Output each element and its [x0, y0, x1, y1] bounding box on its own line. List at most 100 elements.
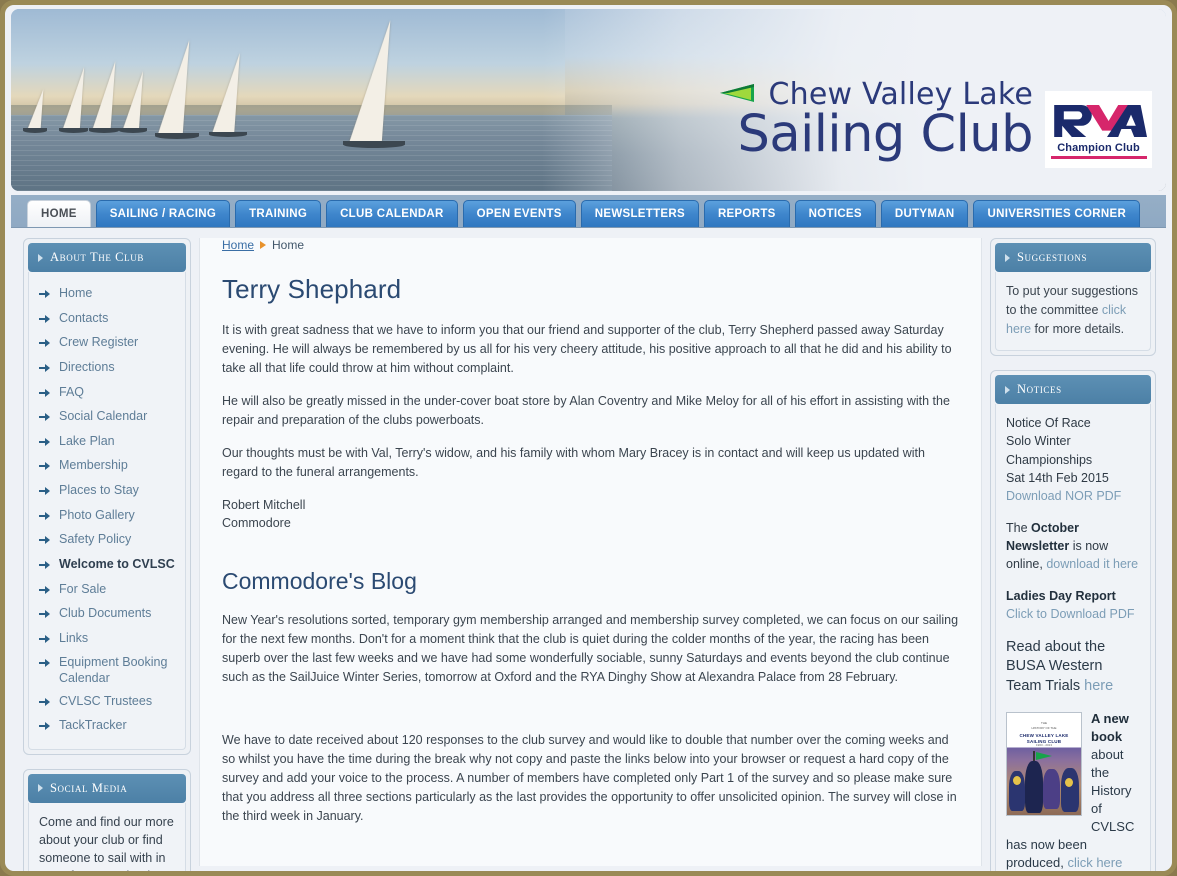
- ladies-day-download-link[interactable]: Click to Download PDF: [1006, 607, 1135, 621]
- sidebar-item-label: Membership: [59, 458, 128, 473]
- sidebar-item-welcome-to-cvlsc[interactable]: Welcome to CVLSC: [33, 553, 177, 578]
- arrow-right-icon: [39, 720, 51, 736]
- sidebar-item-label: Photo Gallery: [59, 507, 135, 522]
- site-banner: Chew Valley Lake Sailing Club Champion C…: [11, 9, 1166, 191]
- nav-tab-notices[interactable]: NOTICES: [794, 200, 876, 227]
- about-the-club-panel-header[interactable]: About The Club: [28, 243, 186, 272]
- survey-part-1-label: Part 1 -: [222, 870, 266, 871]
- nav-tab-home[interactable]: HOME: [27, 200, 91, 227]
- sidebar-item-tacktracker[interactable]: TackTracker: [33, 714, 177, 739]
- article-paragraph-3: Our thoughts must be with Val, Terry's w…: [222, 446, 925, 479]
- october-newsletter-block: The October Newsletter is now online, do…: [1006, 519, 1140, 573]
- social-media-panel: Social Media Come and find our more abou…: [23, 768, 191, 871]
- arrow-right-icon: [39, 485, 51, 501]
- nav-tab-reports[interactable]: REPORTS: [703, 200, 790, 227]
- nav-tab-open-events[interactable]: OPEN EVENTS: [462, 200, 576, 227]
- page-inner: Chew Valley Lake Sailing Club Champion C…: [5, 5, 1172, 871]
- arrow-right-icon: [39, 460, 51, 476]
- notices-panel-title: Notices: [1017, 382, 1062, 397]
- sidebar-item-label: Lake Plan: [59, 433, 115, 448]
- book-cover-image: THE HISTORY OF THE CHEW VALLEY LAKE SAIL…: [1006, 712, 1082, 817]
- triangle-right-icon: [1005, 385, 1010, 394]
- sidebar-item-label: Equipment Booking Calendar: [59, 655, 168, 685]
- about-the-club-panel: About The Club Home Contacts Crew Regist…: [23, 238, 191, 755]
- arrow-right-icon: [39, 411, 51, 427]
- arrow-right-icon: [39, 559, 51, 575]
- suggestions-panel-header[interactable]: Suggestions: [995, 243, 1151, 272]
- signature-name: Robert Mitchell: [222, 498, 306, 512]
- sidebar-item-label: For Sale: [59, 581, 107, 596]
- breadcrumb-home-link[interactable]: Home: [222, 238, 254, 252]
- download-newsletter-link[interactable]: download it here: [1046, 557, 1138, 571]
- sidebar-item-contacts[interactable]: Contacts: [33, 307, 177, 332]
- about-the-club-panel-body: Home Contacts Crew Register Directions F…: [28, 272, 186, 750]
- nav-tab-dutyman[interactable]: DUTYMAN: [880, 200, 969, 227]
- arrow-right-icon: [39, 313, 51, 329]
- sidebar-item-links[interactable]: Links: [33, 627, 177, 652]
- sidebar-item-crew-register[interactable]: Crew Register: [33, 331, 177, 356]
- arrow-right-icon: [39, 436, 51, 452]
- sidebar-item-safety-policy[interactable]: Safety Policy: [33, 528, 177, 553]
- arrow-right-icon: [39, 633, 51, 649]
- nav-tab-training[interactable]: TRAINING: [235, 200, 322, 227]
- breadcrumb: Home Home: [222, 238, 959, 252]
- social-media-panel-title: Social Media: [50, 780, 128, 795]
- nav-tab-sailing-racing[interactable]: SAILING / RACING: [95, 200, 231, 227]
- nav-tab-club-calendar[interactable]: CLUB CALENDAR: [326, 200, 458, 227]
- rya-logo-icon: [1053, 104, 1147, 137]
- sidebar-item-photo-gallery[interactable]: Photo Gallery: [33, 504, 177, 529]
- busa-team-trials-block: Read about the BUSA Western Team Trials …: [1006, 638, 1140, 697]
- sidebar-item-label: Safety Policy: [59, 532, 132, 547]
- new-book-click-here-link[interactable]: click here: [1067, 855, 1122, 870]
- nav-tab-newsletters[interactable]: NEWSLETTERS: [580, 200, 699, 227]
- sidebar-item-faq[interactable]: FAQ: [33, 381, 177, 406]
- sidebar-item-places-to-stay[interactable]: Places to Stay: [33, 479, 177, 504]
- sidebar-item-label: Directions: [59, 359, 115, 374]
- site-logo[interactable]: Chew Valley Lake Sailing Club Champion C…: [718, 19, 1152, 168]
- sidebar-item-home[interactable]: Home: [33, 282, 177, 307]
- sidebar-item-label: Social Calendar: [59, 409, 148, 424]
- sidebar-item-directions[interactable]: Directions: [33, 356, 177, 381]
- sidebar-item-label: Places to Stay: [59, 483, 139, 497]
- sidebar-item-membership[interactable]: Membership: [33, 454, 177, 479]
- suggestions-panel-body: To put your suggestions to the committee…: [995, 272, 1151, 352]
- notice-of-race-line-3: Sat 14th Feb 2015: [1006, 470, 1109, 485]
- about-the-club-panel-title: About The Club: [50, 250, 144, 264]
- social-media-panel-header[interactable]: Social Media: [28, 773, 186, 803]
- triangle-right-icon: [1005, 253, 1010, 262]
- article-paragraph-1: It is with great sadness that we have to…: [222, 323, 952, 375]
- sidebar-item-equipment-booking-calendar[interactable]: Equipment Booking Calendar: [33, 651, 177, 689]
- breadcrumb-current: Home: [272, 238, 305, 252]
- sidebar-item-label: FAQ: [59, 384, 85, 399]
- blog-paragraph-1: New Year's resolutions sorted, temporary…: [222, 613, 959, 685]
- ladies-day-report-title: Ladies Day Report: [1006, 589, 1116, 604]
- arrow-right-icon: [39, 337, 51, 353]
- sidebar-item-cvlsc-trustees[interactable]: CVLSC Trustees: [33, 690, 177, 715]
- notice-of-race-line-1: Notice Of Race: [1006, 416, 1091, 431]
- page-content: About The Club Home Contacts Crew Regist…: [5, 228, 1172, 871]
- nav-tab-universities-corner[interactable]: UNIVERSITIES CORNER: [973, 200, 1141, 227]
- signature-role: Commodore: [222, 516, 291, 531]
- sidebar-item-lake-plan[interactable]: Lake Plan: [33, 430, 177, 455]
- left-sidebar: About The Club Home Contacts Crew Regist…: [11, 238, 191, 871]
- article-paragraph-2: He will also be greatly missed in the un…: [222, 394, 950, 427]
- about-menu-list: Home Contacts Crew Register Directions F…: [33, 280, 177, 739]
- book-cover-line-2: HISTORY OF THE: [1031, 726, 1057, 731]
- notices-panel-header[interactable]: Notices: [995, 375, 1151, 405]
- survey-part-1-link[interactable]: https://www.surveymonkey.com/s/B82FFV5: [266, 870, 506, 871]
- download-nor-pdf-link[interactable]: Download NOR PDF: [1006, 489, 1121, 503]
- sidebar-item-club-documents[interactable]: Club Documents: [33, 602, 177, 627]
- sidebar-item-social-calendar[interactable]: Social Calendar: [33, 405, 177, 430]
- sidebar-item-label: Club Documents: [59, 606, 152, 621]
- book-figure: [1043, 769, 1060, 810]
- page-frame: Chew Valley Lake Sailing Club Champion C…: [0, 0, 1177, 876]
- sidebar-item-label: Welcome to CVLSC: [59, 556, 175, 571]
- sidebar-item-for-sale[interactable]: For Sale: [33, 578, 177, 603]
- suggestions-text-after: for more details.: [1031, 321, 1125, 336]
- banner-photo-sailboats: [11, 9, 612, 191]
- right-sidebar: Suggestions To put your suggestions to t…: [990, 238, 1166, 871]
- busa-here-link[interactable]: here: [1084, 678, 1113, 694]
- rya-champion-club-badge: Champion Club: [1045, 91, 1152, 168]
